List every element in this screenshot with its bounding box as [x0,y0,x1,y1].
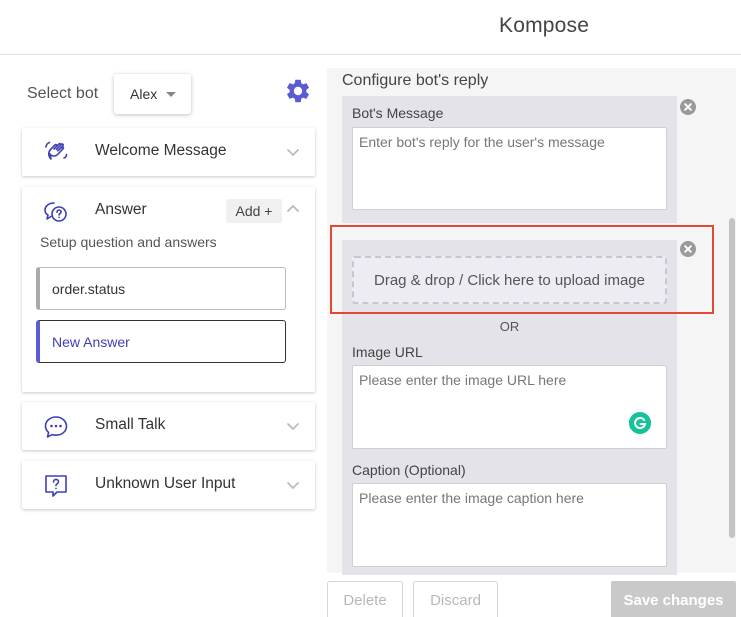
section-answer: Answer Add + Setup question and answers … [22,187,315,392]
app-title: Kompose [499,14,590,37]
section-title: Unknown User Input [95,475,236,492]
bot-message-input[interactable]: Enter bot's reply for the user's message [352,127,667,210]
save-changes-button[interactable]: Save changes [611,581,736,617]
discard-button[interactable]: Discard [413,581,498,617]
scrollbar[interactable] [729,218,735,538]
image-url-label: Image URL [352,344,423,360]
answer-item-label: New Answer [52,334,130,350]
close-icon[interactable] [680,99,696,115]
grammarly-icon[interactable] [629,412,651,434]
caret-down-icon [166,92,176,97]
bot-message-label: Bot's Message [352,105,444,121]
placeholder-text: Please enter the image URL here [359,372,567,388]
placeholder-text: Please enter the image caption here [359,490,584,506]
chevron-down-icon[interactable] [286,419,300,433]
question-chat-icon [44,202,67,222]
highlight-box [330,225,714,314]
select-bot-label: Select bot [27,85,99,102]
chat-bubble-icon [44,416,68,438]
section-title: Welcome Message [95,142,227,159]
or-divider: OR [499,319,520,334]
caption-input[interactable]: Please enter the image caption here [352,483,667,567]
add-answer-button[interactable]: Add + [226,199,282,223]
section-small-talk[interactable]: Small Talk [22,402,315,450]
question-box-icon [45,475,67,497]
image-url-input[interactable]: Please enter the image URL here [352,365,667,449]
bot-select-dropdown[interactable]: Alex [114,74,191,114]
bot-select-value: Alex [130,86,158,102]
bot-message-block: Bot's Message Enter bot's reply for the … [342,96,677,223]
chevron-up-icon[interactable] [286,202,300,216]
placeholder-text: Enter bot's reply for the user's message [359,134,605,150]
answer-item[interactable]: order.status [36,267,286,310]
section-unknown-user-input[interactable]: Unknown User Input [22,461,315,509]
section-title: Small Talk [95,416,166,433]
bot-reply-panel: Configure bot's reply Bot's Message Ente… [327,68,736,575]
chevron-down-icon[interactable] [286,478,300,492]
panel-title: Configure bot's reply [342,72,489,89]
delete-button[interactable]: Delete [327,581,403,617]
answer-item-active[interactable]: New Answer [36,320,286,363]
setup-description: Setup question and answers [40,234,217,250]
gear-icon[interactable] [284,77,312,105]
section-welcome-message[interactable]: Welcome Message [22,128,315,176]
app-header: Kompose [0,0,741,55]
wave-hand-icon [45,141,68,160]
chevron-down-icon[interactable] [286,145,300,159]
section-title: Answer [95,201,147,218]
answer-item-label: order.status [52,281,126,297]
caption-label: Caption (Optional) [352,462,466,478]
